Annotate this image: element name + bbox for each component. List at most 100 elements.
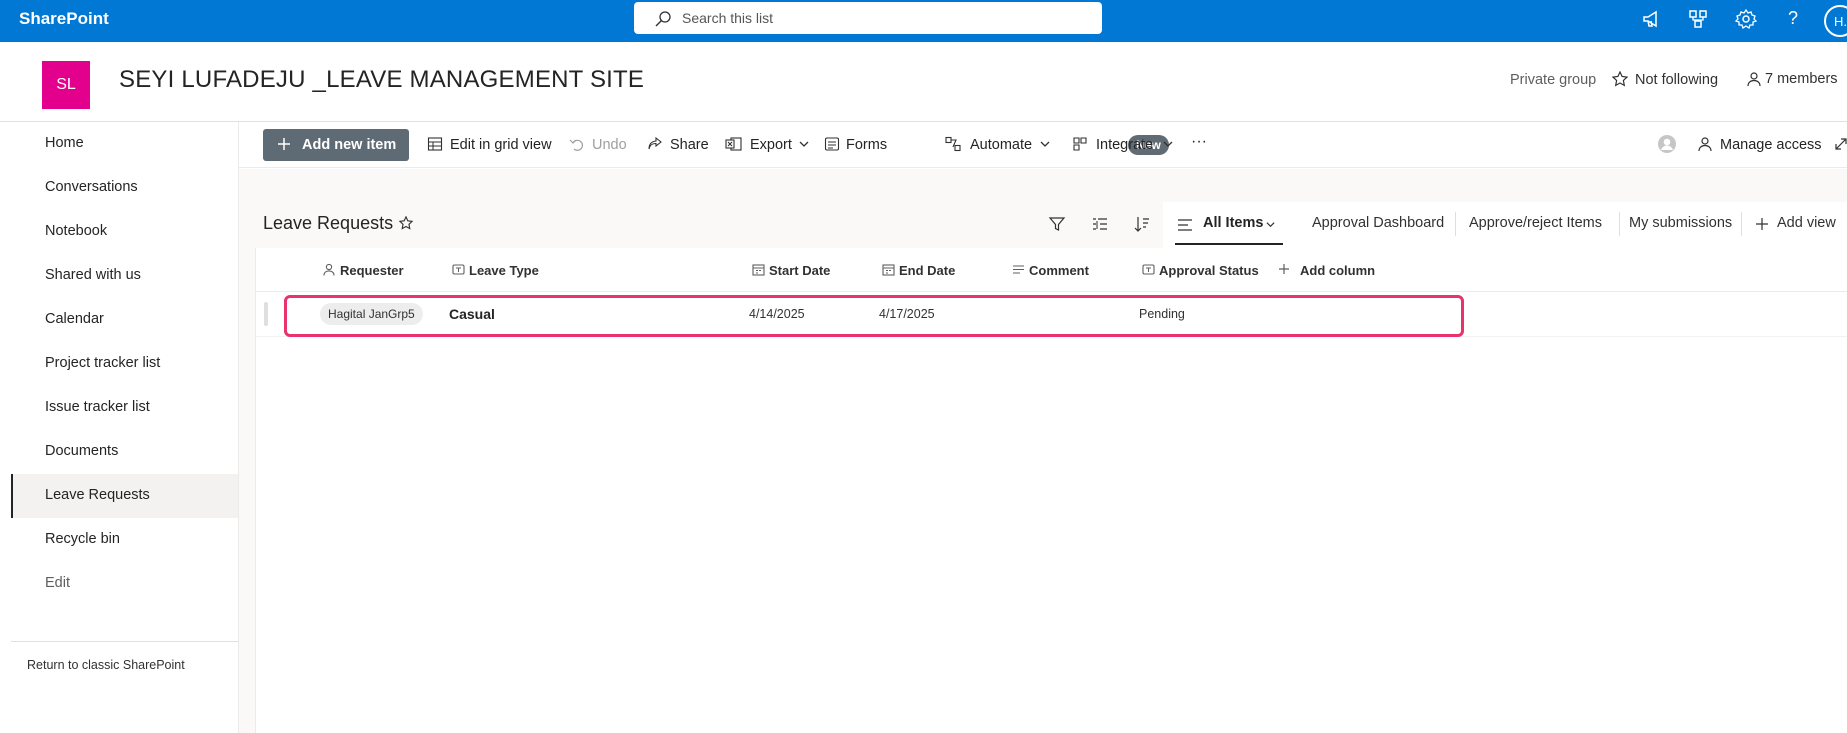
add-new-item-button[interactable]: Add new item (263, 129, 409, 161)
view-switcher: All Items Approval Dashboard Approve/rej… (1163, 202, 1847, 248)
view-separator (1741, 212, 1742, 236)
column-label: Comment (1029, 263, 1089, 278)
nav-item-label: Edit (45, 575, 70, 591)
automate-icon (945, 136, 962, 152)
nav-item-documents[interactable]: Documents (11, 430, 238, 474)
person-icon (1746, 71, 1762, 87)
text-lines-icon (1012, 263, 1025, 276)
more-icon: ··· (1191, 133, 1207, 150)
nav-item-shared-with-us[interactable]: Shared with us (11, 254, 238, 298)
app-name[interactable]: SharePoint (19, 9, 109, 29)
undo-label: Undo (592, 137, 627, 153)
nav-item-recycle-bin[interactable]: Recycle bin (11, 518, 238, 562)
excel-icon (725, 136, 742, 152)
expand-icon[interactable] (1834, 137, 1847, 151)
nav-item-label: Conversations (45, 179, 138, 195)
help-icon[interactable]: ? (1788, 8, 1798, 29)
nav-item-calendar[interactable]: Calendar (11, 298, 238, 342)
left-navigation: Home Conversations Notebook Shared with … (11, 122, 238, 733)
calendar-icon (752, 263, 765, 276)
column-label: Leave Type (469, 263, 539, 278)
nav-item-label: Issue tracker list (45, 399, 150, 415)
choice-icon (1142, 263, 1155, 276)
search-icon (654, 10, 672, 28)
calendar-icon (882, 263, 895, 276)
export-label: Export (750, 137, 792, 153)
plus-icon (277, 137, 291, 151)
nav-item-leave-requests[interactable]: Leave Requests (11, 474, 238, 518)
person-icon (323, 263, 335, 276)
list-view-icon (1177, 218, 1193, 232)
share-icon (647, 136, 663, 152)
share-network-icon[interactable] (1687, 8, 1709, 30)
favorite-star-icon[interactable] (399, 216, 413, 230)
sort-icon[interactable] (1133, 215, 1151, 233)
nav-item-label: Leave Requests (45, 487, 150, 503)
search-box[interactable]: Search this list (634, 2, 1102, 34)
column-label: End Date (899, 263, 956, 278)
column-label: Requester (340, 263, 404, 278)
person-icon (1697, 136, 1713, 152)
privacy-label: Private group (1510, 72, 1597, 88)
tab-approval-dashboard[interactable]: Approval Dashboard (1312, 215, 1444, 231)
manage-access-label: Manage access (1720, 137, 1822, 153)
nav-item-edit[interactable]: Edit (11, 562, 238, 606)
site-title[interactable]: SEYI LUFADEJU _LEAVE MANAGEMENT SITE (119, 66, 644, 94)
gear-icon[interactable] (1735, 8, 1757, 30)
forms-icon (824, 136, 840, 152)
tab-all-items[interactable]: All Items (1203, 215, 1263, 231)
forms-label: Forms (846, 137, 888, 153)
add-new-item-label: Add new item (302, 137, 397, 153)
row-selection-handle[interactable] (264, 302, 268, 326)
integrate-icon (1072, 136, 1088, 152)
site-header: SL SEYI LUFADEJU _LEAVE MANAGEMENT SITE … (0, 42, 1847, 122)
undo-icon (569, 136, 585, 152)
star-icon[interactable] (1612, 71, 1628, 87)
filter-icon[interactable] (1048, 215, 1066, 233)
list-title[interactable]: Leave Requests (263, 213, 393, 234)
add-view-button[interactable]: Add view (1777, 215, 1836, 231)
choice-icon (452, 263, 465, 276)
nav-item-home[interactable]: Home (11, 122, 238, 166)
share-label: Share (670, 137, 709, 153)
column-label: Add column (1300, 263, 1376, 278)
nav-item-label: Notebook (45, 223, 108, 239)
command-bar: Add new item Edit in grid view Undo Shar… (239, 122, 1847, 168)
user-avatar[interactable]: H. (1824, 5, 1847, 37)
nav-item-issue-tracker[interactable]: Issue tracker list (11, 386, 238, 430)
profile-avatar-icon[interactable] (1657, 134, 1677, 154)
edit-grid-label: Edit in grid view (450, 137, 552, 153)
nav-item-label: Home (45, 135, 84, 151)
nav-item-label: Documents (45, 443, 119, 459)
site-logo[interactable]: SL (42, 61, 90, 109)
return-classic-link[interactable]: Return to classic SharePoint (27, 658, 185, 672)
highlight-box (284, 295, 1464, 337)
members-button[interactable]: 7 members (1765, 71, 1838, 87)
chevron-down-icon (799, 139, 809, 149)
megaphone-icon[interactable] (1641, 8, 1663, 30)
plus-icon (1755, 217, 1769, 231)
chevron-down-icon (1163, 139, 1173, 149)
column-label: Approval Status (1159, 263, 1259, 278)
tab-approve-reject[interactable]: Approve/reject Items (1469, 215, 1602, 231)
tab-my-submissions[interactable]: My submissions (1629, 215, 1732, 231)
nav-item-notebook[interactable]: Notebook (11, 210, 238, 254)
integrate-label: Integrate (1096, 137, 1154, 153)
nav-item-label: Shared with us (45, 267, 141, 283)
follow-button[interactable]: Not following (1635, 72, 1718, 88)
automate-label: Automate (970, 137, 1033, 153)
search-input[interactable]: Search this list (682, 10, 773, 26)
header-divider (256, 291, 1847, 292)
column-label: Start Date (769, 263, 831, 278)
group-by-icon[interactable] (1091, 215, 1109, 233)
nav-item-project-tracker[interactable]: Project tracker list (11, 342, 238, 386)
active-tab-indicator (1175, 243, 1283, 245)
nav-item-label: Recycle bin (45, 531, 120, 547)
chevron-down-icon (1040, 139, 1050, 149)
nav-item-conversations[interactable]: Conversations (11, 166, 238, 210)
view-separator (1455, 212, 1456, 236)
nav-divider (11, 641, 238, 642)
chevron-down-icon[interactable] (1266, 220, 1275, 229)
plus-icon (1278, 263, 1290, 275)
nav-item-label: Calendar (45, 311, 104, 327)
